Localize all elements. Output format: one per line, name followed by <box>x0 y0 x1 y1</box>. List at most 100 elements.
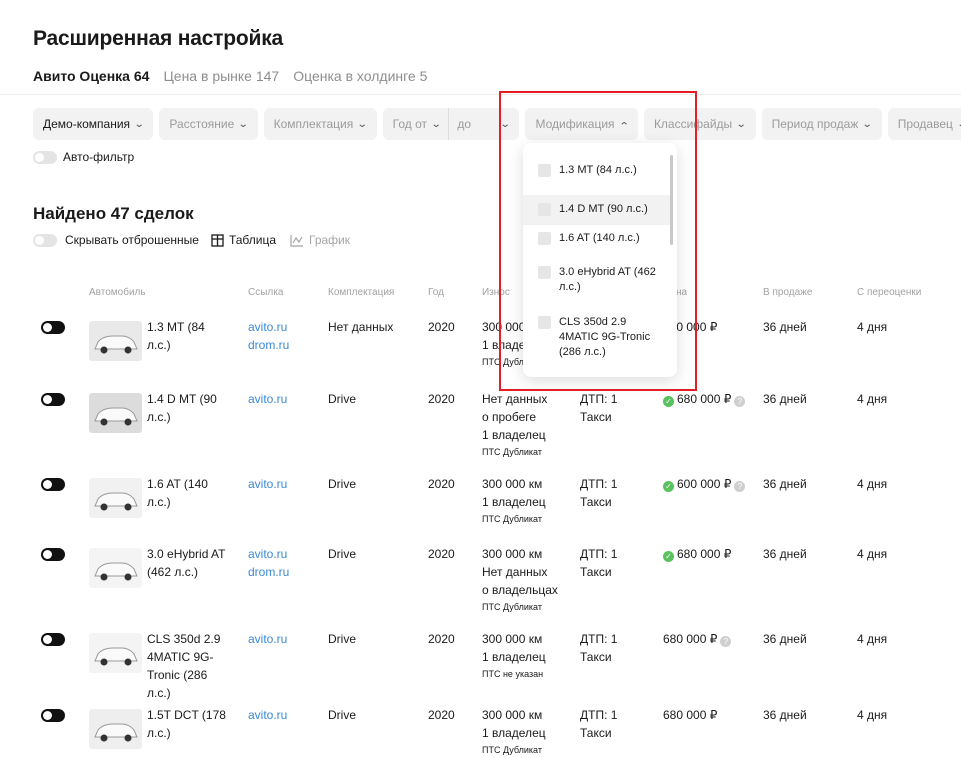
wear-line: Нет данных <box>482 392 548 406</box>
wear-line: 300 000 км <box>482 547 543 561</box>
modification-option[interactable]: 3.0 eHybrid AT (462 л.с.) <box>523 265 671 295</box>
modification-option[interactable]: 1.6 AT (140 л.с.) <box>523 231 671 246</box>
car-thumbnail[interactable] <box>89 709 142 749</box>
year-from-select[interactable]: Год от ⌄ <box>393 117 449 131</box>
checkbox-icon[interactable] <box>538 164 551 177</box>
source-link[interactable]: avito.ru <box>248 475 287 493</box>
chevron-down-icon: ⌄ <box>237 118 249 130</box>
on-sale-duration: 36 дней <box>763 708 807 722</box>
auto-filter-toggle[interactable] <box>33 150 57 164</box>
revaluation-duration: 4 дня <box>857 320 888 334</box>
price-value: 680 000 ₽ <box>663 632 718 646</box>
column-car[interactable]: Автомобиль <box>89 287 146 298</box>
accident-count: ДТП: 1 <box>580 708 618 722</box>
revaluation-duration: 4 дня <box>857 632 888 646</box>
hide-rejected-toggle[interactable] <box>33 233 57 247</box>
accident-count: ДТП: 1 <box>580 632 618 646</box>
source-link[interactable]: avito.ru <box>248 390 287 408</box>
pts-status: ПТС Дубликат <box>482 514 542 524</box>
car-photo-icon <box>89 633 142 673</box>
row-include-toggle[interactable] <box>41 709 65 722</box>
wear-line: о владельцах <box>482 583 558 597</box>
car-thumbnail[interactable] <box>89 478 142 518</box>
car-photo-icon <box>89 709 142 749</box>
on-sale-duration: 36 дней <box>763 392 807 406</box>
checkbox-icon[interactable] <box>538 203 551 216</box>
wear-line: 1 владелец <box>482 726 546 740</box>
revaluation-duration: 4 дня <box>857 477 888 491</box>
column-on-sale[interactable]: В продаже <box>763 287 812 298</box>
classifieds-filter[interactable]: Классифайды ⌄ <box>643 108 756 140</box>
help-icon[interactable]: ? <box>734 481 746 492</box>
wear-line: Нет данных <box>482 565 548 579</box>
help-icon[interactable]: ? <box>734 396 746 407</box>
car-thumbnail[interactable] <box>89 321 142 361</box>
tab-market-price[interactable]: Цена в рынке 147 <box>163 68 279 84</box>
source-link[interactable]: avito.ru <box>248 545 289 563</box>
tab-avito-evaluation[interactable]: Авито Оценка 64 <box>33 68 149 84</box>
car-thumbnail[interactable] <box>89 548 142 588</box>
price-cell: ✓ 680 000 ₽ <box>663 545 731 563</box>
equipment-value: Drive <box>328 392 357 406</box>
view-options: Скрывать отброшенные Таблица График <box>33 233 350 247</box>
auto-filter-row: Авто-фильтр <box>33 150 134 164</box>
column-wear[interactable]: Износ <box>482 287 510 298</box>
chart-icon <box>290 234 303 247</box>
tabs-divider <box>0 94 961 95</box>
source-link[interactable]: avito.ru <box>248 706 287 724</box>
column-equipment[interactable]: Комплектация <box>328 287 394 298</box>
modification-option[interactable]: 1.3 MT (84 л.с.) <box>523 163 671 178</box>
source-link[interactable]: avito.ru <box>248 318 289 336</box>
row-include-toggle[interactable] <box>41 633 65 646</box>
usage-type: Такси <box>580 565 612 579</box>
modification-filter-label: Модификация <box>535 117 615 131</box>
revaluation-duration: 4 дня <box>857 547 888 561</box>
car-thumbnail[interactable] <box>89 393 142 433</box>
checkbox-icon[interactable] <box>538 232 551 245</box>
filter-bar: Демо-компания ⌄ Расстояние ⌄ Комплектация ⌄… <box>33 108 961 140</box>
equipment-filter[interactable]: Комплектация ⌄ <box>263 108 377 140</box>
year-value: 2020 <box>428 477 455 491</box>
sale-period-filter[interactable]: Период продаж ⌄ <box>761 108 882 140</box>
car-modification: CLS 350d 2.9 4MATIC 9G-Tronic (286 л.с.) <box>147 632 221 700</box>
row-include-toggle[interactable] <box>41 321 65 334</box>
equipment-value: Нет данных <box>328 320 394 334</box>
pts-status: ПТС Дубликат <box>482 602 542 612</box>
seller-filter[interactable]: Продавец ⌄ <box>887 108 961 140</box>
tab-holding-evaluation[interactable]: Оценка в холдинге 5 <box>293 68 427 84</box>
table-view-button[interactable]: Таблица <box>211 233 276 247</box>
checkbox-icon[interactable] <box>538 316 551 329</box>
column-year[interactable]: Год <box>428 287 444 298</box>
check-icon: ✓ <box>663 481 674 492</box>
row-include-toggle[interactable] <box>41 478 65 491</box>
distance-filter[interactable]: Расстояние ⌄ <box>159 108 258 140</box>
modification-option-label: 3.0 eHybrid AT (462 л.с.) <box>559 266 656 293</box>
modification-option[interactable]: CLS 350d 2.9 4MATIC 9G-Tronic (286 л.с.) <box>523 315 671 360</box>
row-include-toggle[interactable] <box>41 393 65 406</box>
help-icon[interactable]: ? <box>720 636 732 647</box>
source-link[interactable]: drom.ru <box>248 336 289 354</box>
results-count: Найдено 47 сделок <box>33 204 194 223</box>
row-include-toggle[interactable] <box>41 548 65 561</box>
wear-line: о пробеге <box>482 410 537 424</box>
on-sale-duration: 36 дней <box>763 547 807 561</box>
price-cell: 680 000 ₽? <box>663 630 732 648</box>
equipment-value: Drive <box>328 632 357 646</box>
source-link[interactable]: avito.ru <box>248 630 287 648</box>
chart-view-button[interactable]: График <box>290 233 350 247</box>
modification-filter[interactable]: Модификация ⌄ <box>525 108 638 140</box>
price-value: 680 000 ₽ <box>677 392 732 406</box>
column-revaluation[interactable]: С переоценки <box>857 287 921 298</box>
checkbox-icon[interactable] <box>538 266 551 279</box>
source-link[interactable]: drom.ru <box>248 563 289 581</box>
auto-filter-label: Авто-фильтр <box>63 150 135 164</box>
modification-option[interactable]: 1.4 D MT (90 л.с.) <box>523 195 671 225</box>
company-filter[interactable]: Демо-компания ⌄ <box>33 108 154 140</box>
company-filter-label: Демо-компания <box>43 117 131 131</box>
dropdown-scrollbar[interactable] <box>670 155 673 245</box>
year-to-select[interactable]: до ⌄ <box>449 117 519 131</box>
year-value: 2020 <box>428 632 455 646</box>
car-photo-icon <box>89 548 142 588</box>
car-thumbnail[interactable] <box>89 633 142 673</box>
column-link[interactable]: Ссылка <box>248 287 283 298</box>
